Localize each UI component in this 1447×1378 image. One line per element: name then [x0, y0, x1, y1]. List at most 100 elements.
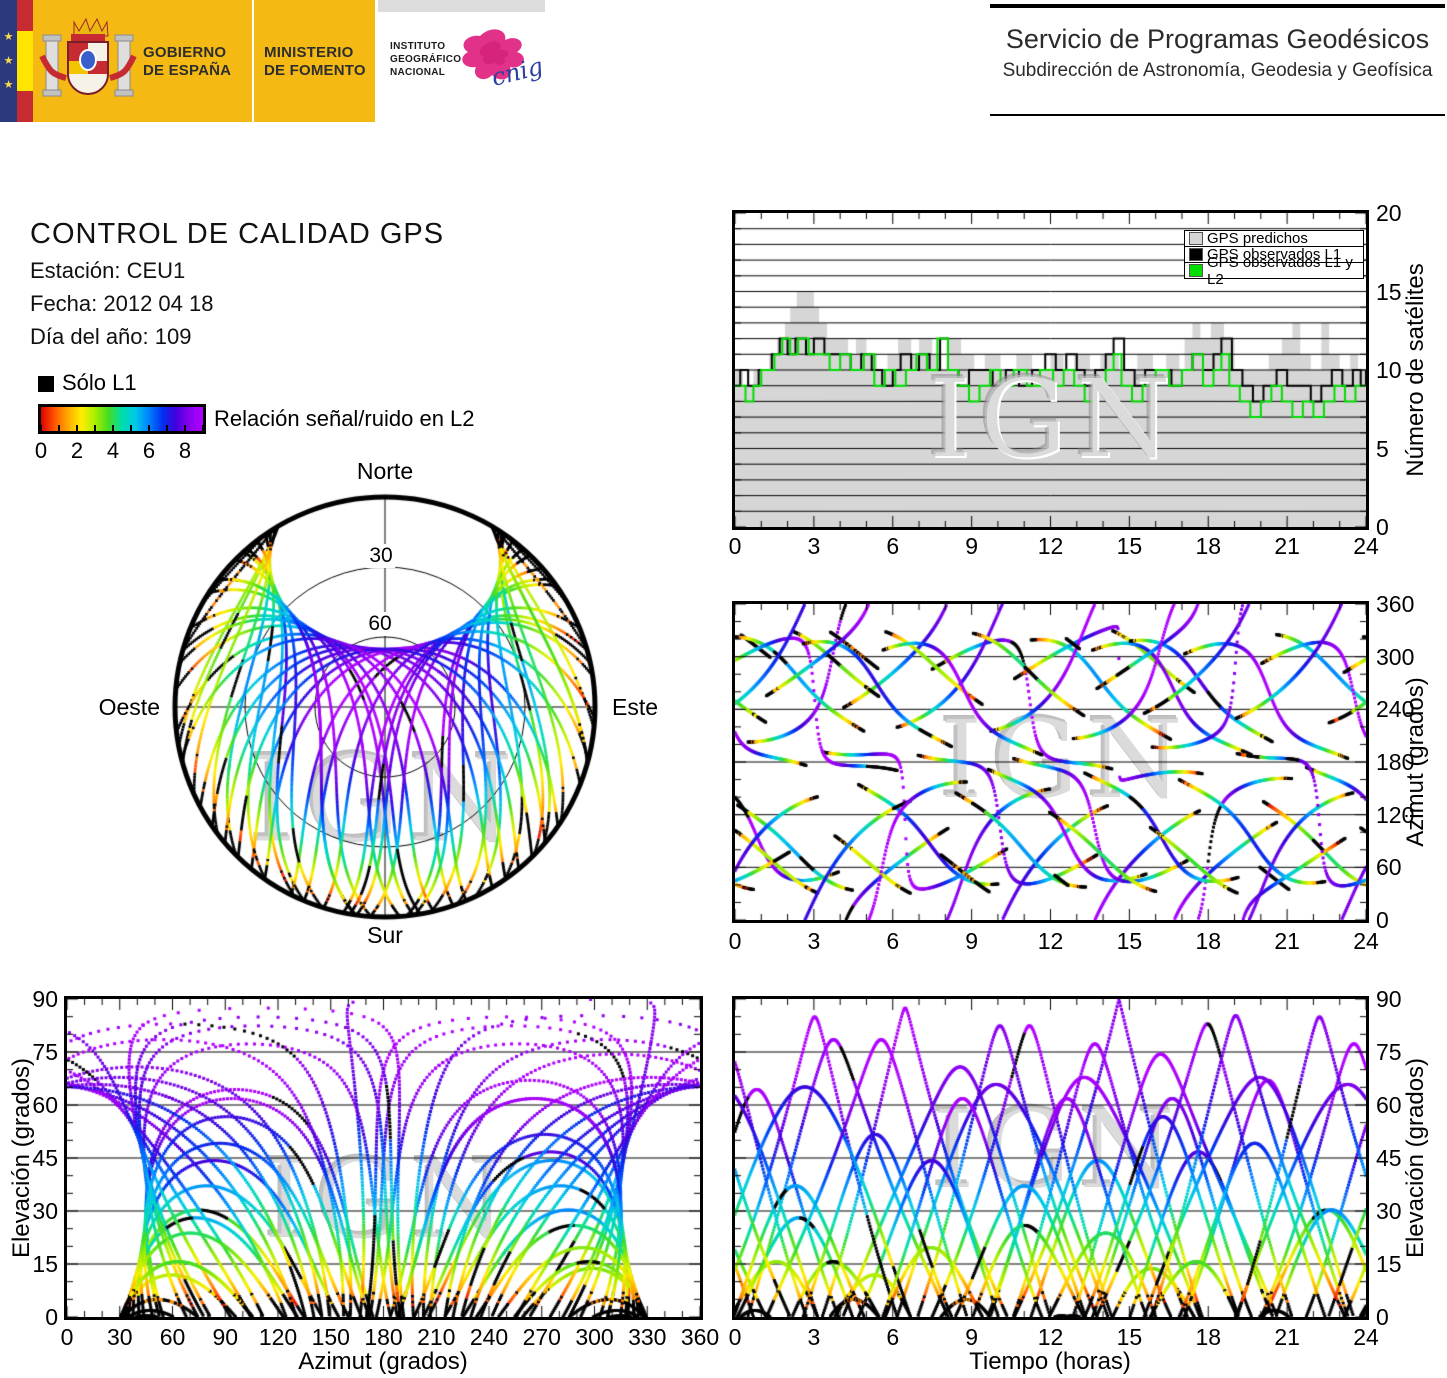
y-tick-label: 45	[1376, 1145, 1402, 1171]
y-tick-label: 0	[45, 1304, 58, 1330]
y-tick-label: 90	[1376, 986, 1402, 1012]
legend-label: GPS predichos	[1207, 230, 1308, 247]
date-label: Fecha: 2012 04 18	[30, 291, 214, 316]
colorbar-tick	[58, 425, 60, 431]
ring-label-30: 30	[366, 544, 396, 568]
x-tick-label: 240	[469, 1324, 509, 1350]
escudo-espana-icon	[39, 17, 137, 97]
y-tick-label: 30	[32, 1198, 58, 1224]
x-tick-label: 9	[965, 533, 979, 559]
x-tick-label: 21	[1274, 533, 1300, 559]
y-tick-label: 5	[1376, 435, 1389, 462]
x-tick-label: 0	[728, 928, 742, 954]
legend-label: GPS observados L1 y L2	[1207, 253, 1353, 288]
x-tick-label: 330	[628, 1324, 667, 1350]
header-rule-bottom	[990, 114, 1445, 116]
ministerio-line2: DE FOMENTO	[264, 62, 366, 79]
colorbar-tick	[94, 425, 96, 431]
solo-l1-label: Sólo L1	[62, 370, 137, 395]
colorbar-tick	[202, 425, 204, 431]
x-tick-label: 9	[965, 1324, 979, 1350]
y-tick-label: 15	[1376, 278, 1402, 305]
legend-swatch	[1189, 248, 1203, 261]
legend-swatch	[1189, 232, 1203, 245]
x-tick-label: 300	[575, 1324, 614, 1350]
colorbar-tick-label: 4	[106, 438, 120, 463]
x-tick-label: 24	[1353, 928, 1379, 954]
x-tick-label: 21	[1274, 1324, 1300, 1350]
x-tick-label: 15	[1116, 1324, 1143, 1350]
x-tick-label: 12	[1037, 928, 1064, 954]
x-tick-label: 3	[807, 1324, 821, 1350]
y-tick-label: 15	[1376, 1251, 1402, 1277]
x-tick-label: 270	[522, 1324, 561, 1350]
gobierno-label: GOBIERNO DE ESPAÑA	[143, 44, 231, 80]
x-tick-label: 18	[1195, 533, 1222, 559]
gobierno-line2: DE ESPAÑA	[143, 62, 232, 79]
colorbar	[38, 404, 206, 434]
count-legend-row: GPS predichos	[1185, 230, 1363, 247]
x-tick-label: 21	[1274, 928, 1300, 954]
x-tick-label: 24	[1353, 533, 1379, 559]
x-tick-label: 30	[106, 1324, 133, 1350]
y-tick-label: 300	[1376, 643, 1415, 670]
ministerio-label: MINISTERIO DE FOMENTO	[264, 44, 366, 80]
colorbar-tick-label: 6	[142, 438, 156, 463]
y-tick-label: 60	[1376, 1092, 1402, 1118]
y-tick-label: 90	[32, 986, 58, 1012]
legend-swatch	[1189, 264, 1203, 277]
y-tick-label: 15	[32, 1251, 58, 1277]
service-header: Servicio de Programas Geodésicos Subdire…	[990, 0, 1445, 120]
y-tick-label: 0	[1376, 1304, 1389, 1330]
colorbar-tick-label: 0	[34, 438, 48, 463]
x-tick-label: 3	[807, 533, 821, 559]
compass-east-label: Este	[612, 694, 659, 720]
x-axis-title-azimut: Azimut (grados)	[298, 1348, 468, 1375]
gobierno-line1: GOBIERNO	[143, 44, 227, 61]
flag-red-band	[17, 0, 33, 31]
y-tick-label: 75	[1376, 1039, 1402, 1065]
star-icon: ★	[3, 79, 14, 91]
star-icon: ★	[3, 55, 14, 67]
panel-gray-strip	[378, 0, 545, 12]
flag-red-band	[17, 91, 33, 122]
colorbar-tick-label: 8	[178, 438, 192, 463]
x-tick-label: 6	[886, 1324, 900, 1350]
elevation-time-canvas	[735, 999, 1366, 1317]
y-tick-label: 30	[1376, 1198, 1402, 1224]
compass-north-label: Norte	[356, 458, 414, 484]
colorbar-tick	[76, 425, 78, 431]
x-tick-label: 0	[60, 1324, 74, 1350]
ign-cnig-panel: INSTITUTO GEOGRÁFICO NACIONAL cnig	[378, 0, 545, 125]
flag-stars-strip: ★ ★ ★	[0, 0, 17, 122]
y-tick-label: 240	[1376, 696, 1415, 723]
x-tick-label: 6	[886, 928, 900, 954]
y-tick-label: 20	[1376, 200, 1402, 226]
ring-label-60: 60	[365, 612, 395, 636]
y-tick-label: 120	[1376, 801, 1415, 828]
x-tick-label: 24	[1353, 1324, 1379, 1350]
colorbar-tick	[130, 425, 132, 431]
x-tick-label: 15	[1116, 928, 1143, 954]
x-tick-label: 18	[1195, 928, 1222, 954]
elevation-time-plot: IGN	[732, 996, 1369, 1320]
service-subtitle: Subdirección de Astronomía, Geodesia y G…	[1002, 60, 1433, 81]
x-tick-label: 60	[159, 1324, 186, 1350]
cnig-logo-icon: cnig	[462, 29, 542, 92]
star-icon: ★	[3, 31, 14, 43]
count-legend-row: GPS observados L1 y L2	[1185, 254, 1363, 288]
x-tick-label: 180	[364, 1324, 403, 1350]
y-tick-label: 0	[1376, 514, 1389, 540]
x-tick-label: 120	[258, 1324, 298, 1350]
count-legend: GPS predichos GPS observados L1 GPS observ…	[1184, 230, 1364, 288]
y-tick-label: 360	[1376, 591, 1415, 617]
y-tick-label: 180	[1376, 749, 1415, 775]
doy-label: Día del año: 109	[30, 324, 192, 349]
x-tick-label: 15	[1116, 533, 1143, 559]
colorbar-tick	[184, 425, 186, 431]
x-tick-label: 6	[886, 533, 900, 559]
gps-quality-report-page: ★ ★ ★ GOBIERNO DE ESPAÑA MINISTERIO DE F…	[0, 0, 1447, 1378]
y-axis-title-elevation-right: Elevación (grados)	[1402, 1057, 1429, 1259]
x-tick-label: 0	[728, 1324, 742, 1350]
x-tick-label: 90	[212, 1324, 239, 1350]
